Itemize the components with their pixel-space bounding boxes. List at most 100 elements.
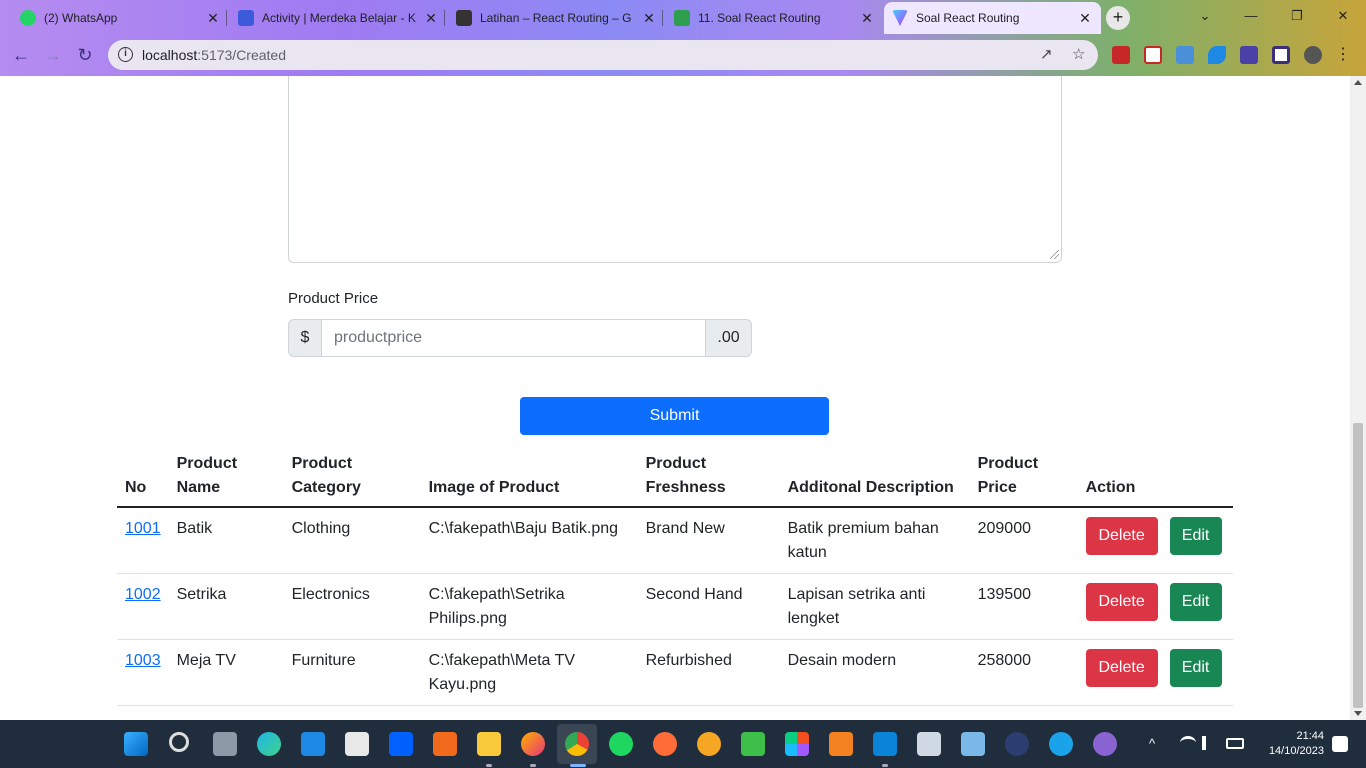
header-freshness: Product Freshness	[637, 446, 780, 508]
tab-title: Latihan – React Routing – G	[480, 11, 632, 25]
tab-search-icon[interactable]: ⌄	[1182, 0, 1228, 32]
vite-icon	[892, 10, 908, 26]
extension-feather-icon[interactable]	[1208, 46, 1226, 64]
currency-prefix: $	[288, 319, 322, 357]
header-price: Product Price	[969, 446, 1078, 508]
close-tab-icon[interactable]: ✕	[423, 10, 439, 27]
product-id-link[interactable]: 1003	[125, 652, 161, 669]
extension-docs-icon[interactable]	[1176, 46, 1194, 64]
file-explorer-icon[interactable]	[477, 732, 501, 756]
close-tab-icon[interactable]: ✕	[859, 10, 875, 27]
site-info-icon[interactable]: i	[118, 47, 133, 62]
cell-description: Lapisan setrika anti lengket	[779, 573, 970, 640]
submit-button[interactable]: Submit	[520, 397, 829, 435]
product-table: No Product Name Product Category Image o…	[117, 446, 1233, 706]
price-input[interactable]	[322, 319, 705, 357]
restore-icon[interactable]: ❐	[1274, 0, 1320, 32]
new-tab-button[interactable]: +	[1106, 6, 1130, 30]
elephant-app-icon[interactable]	[1049, 732, 1073, 756]
figma-icon[interactable]	[785, 732, 809, 756]
cell-no: 1001	[117, 507, 169, 574]
edge-icon[interactable]	[257, 732, 281, 756]
3d-box-icon[interactable]	[917, 732, 941, 756]
close-window-icon[interactable]: ✕	[1320, 0, 1366, 32]
cell-freshness: Refurbished	[637, 639, 780, 706]
wifi-icon[interactable]	[1180, 736, 1196, 750]
app-w-icon[interactable]	[1005, 732, 1029, 756]
delete-button[interactable]: Delete	[1085, 649, 1158, 687]
edit-button[interactable]: Edit	[1169, 649, 1222, 687]
close-tab-icon[interactable]: ✕	[641, 10, 657, 27]
tab-soal-11[interactable]: 11. Soal React Routing ✕	[666, 4, 883, 32]
scroll-up-arrow-icon[interactable]	[1354, 80, 1362, 85]
table-header-row: No Product Name Product Category Image o…	[117, 446, 1233, 508]
edit-button[interactable]: Edit	[1169, 517, 1222, 555]
profile-avatar[interactable]	[1304, 46, 1322, 64]
back-icon[interactable]: ←	[8, 42, 34, 68]
course-icon	[456, 10, 472, 26]
scroll-down-arrow-icon[interactable]	[1354, 711, 1362, 716]
page-content: Product Price $ .00 Submit No Product Na…	[0, 76, 1350, 720]
tab-latihan[interactable]: Latihan – React Routing – G ✕	[448, 4, 665, 32]
share-icon[interactable]: ↗	[1040, 45, 1053, 63]
extensions-puzzle-icon[interactable]	[1240, 46, 1258, 64]
notification-icon[interactable]	[1332, 736, 1348, 752]
product-id-link[interactable]: 1001	[125, 520, 161, 537]
header-product-name: Product Name	[168, 446, 284, 508]
cell-description: Batik premium bahan katun	[779, 507, 970, 574]
address-bar[interactable]: i localhost:5173/Created ↗ ☆	[108, 40, 1098, 70]
windows-taskbar: ^ 21:44 14/10/2023	[0, 720, 1366, 768]
task-view-icon[interactable]	[213, 732, 237, 756]
search-icon[interactable]	[169, 732, 189, 752]
amazon-icon[interactable]	[345, 732, 369, 756]
system-clock[interactable]: 21:44 14/10/2023	[1258, 729, 1324, 759]
close-tab-icon[interactable]: ✕	[1077, 10, 1093, 27]
bookmark-star-icon[interactable]: ☆	[1072, 45, 1085, 63]
virtualbox-icon[interactable]	[961, 732, 985, 756]
menu-dots-icon[interactable]: ⋮	[1334, 46, 1352, 64]
cell-freshness: Brand New	[637, 507, 780, 574]
battery-icon[interactable]	[1226, 738, 1244, 749]
running-indicator	[486, 764, 492, 767]
cell-action: Delete Edit	[1077, 639, 1233, 706]
description-textarea[interactable]	[288, 76, 1062, 263]
chrome-icon[interactable]	[565, 732, 589, 756]
firefox-icon[interactable]	[521, 732, 545, 756]
extension-mail-icon[interactable]	[1144, 46, 1162, 64]
postman-icon[interactable]	[653, 732, 677, 756]
page-scrollbar[interactable]	[1350, 76, 1366, 720]
running-indicator	[570, 764, 586, 767]
spotify-icon[interactable]	[609, 732, 633, 756]
product-id-link[interactable]: 1002	[125, 586, 161, 603]
tab-soal-react-routing[interactable]: Soal React Routing ✕	[884, 2, 1101, 34]
close-tab-icon[interactable]: ✕	[205, 10, 221, 27]
tab-activity[interactable]: Activity | Merdeka Belajar - K ✕	[230, 4, 447, 32]
side-panel-icon[interactable]	[1272, 46, 1290, 64]
github-icon[interactable]	[1093, 732, 1117, 756]
start-windows-icon[interactable]	[124, 732, 148, 756]
delete-button[interactable]: Delete	[1085, 583, 1158, 621]
extension-shield-icon[interactable]	[1112, 46, 1130, 64]
edit-app-icon[interactable]	[741, 732, 765, 756]
xampp-icon[interactable]	[433, 732, 457, 756]
url-host: localhost	[142, 47, 198, 63]
show-hidden-icons-chevron[interactable]: ^	[1149, 736, 1155, 751]
delete-button[interactable]: Delete	[1085, 517, 1158, 555]
resize-grip-icon[interactable]	[1050, 250, 1059, 259]
table-row: 1003 Meja TV Furniture C:\fakepath\Meta …	[117, 639, 1233, 706]
mail-icon[interactable]	[301, 732, 325, 756]
cell-no: 1003	[117, 639, 169, 706]
dropbox-icon[interactable]	[389, 732, 413, 756]
tab-title: 11. Soal React Routing	[698, 11, 821, 25]
scrollbar-thumb[interactable]	[1353, 423, 1363, 708]
app-p-icon[interactable]	[697, 732, 721, 756]
minimize-icon[interactable]: —	[1228, 0, 1274, 32]
volume-icon[interactable]	[1202, 736, 1218, 750]
edit-button[interactable]: Edit	[1169, 583, 1222, 621]
tab-whatsapp[interactable]: (2) WhatsApp ✕	[12, 4, 229, 32]
drawio-icon[interactable]	[829, 732, 853, 756]
tab-divider	[444, 10, 445, 26]
vscode-icon[interactable]	[873, 732, 897, 756]
reload-icon[interactable]: ↻	[72, 42, 98, 68]
forward-icon[interactable]: →	[40, 42, 66, 68]
